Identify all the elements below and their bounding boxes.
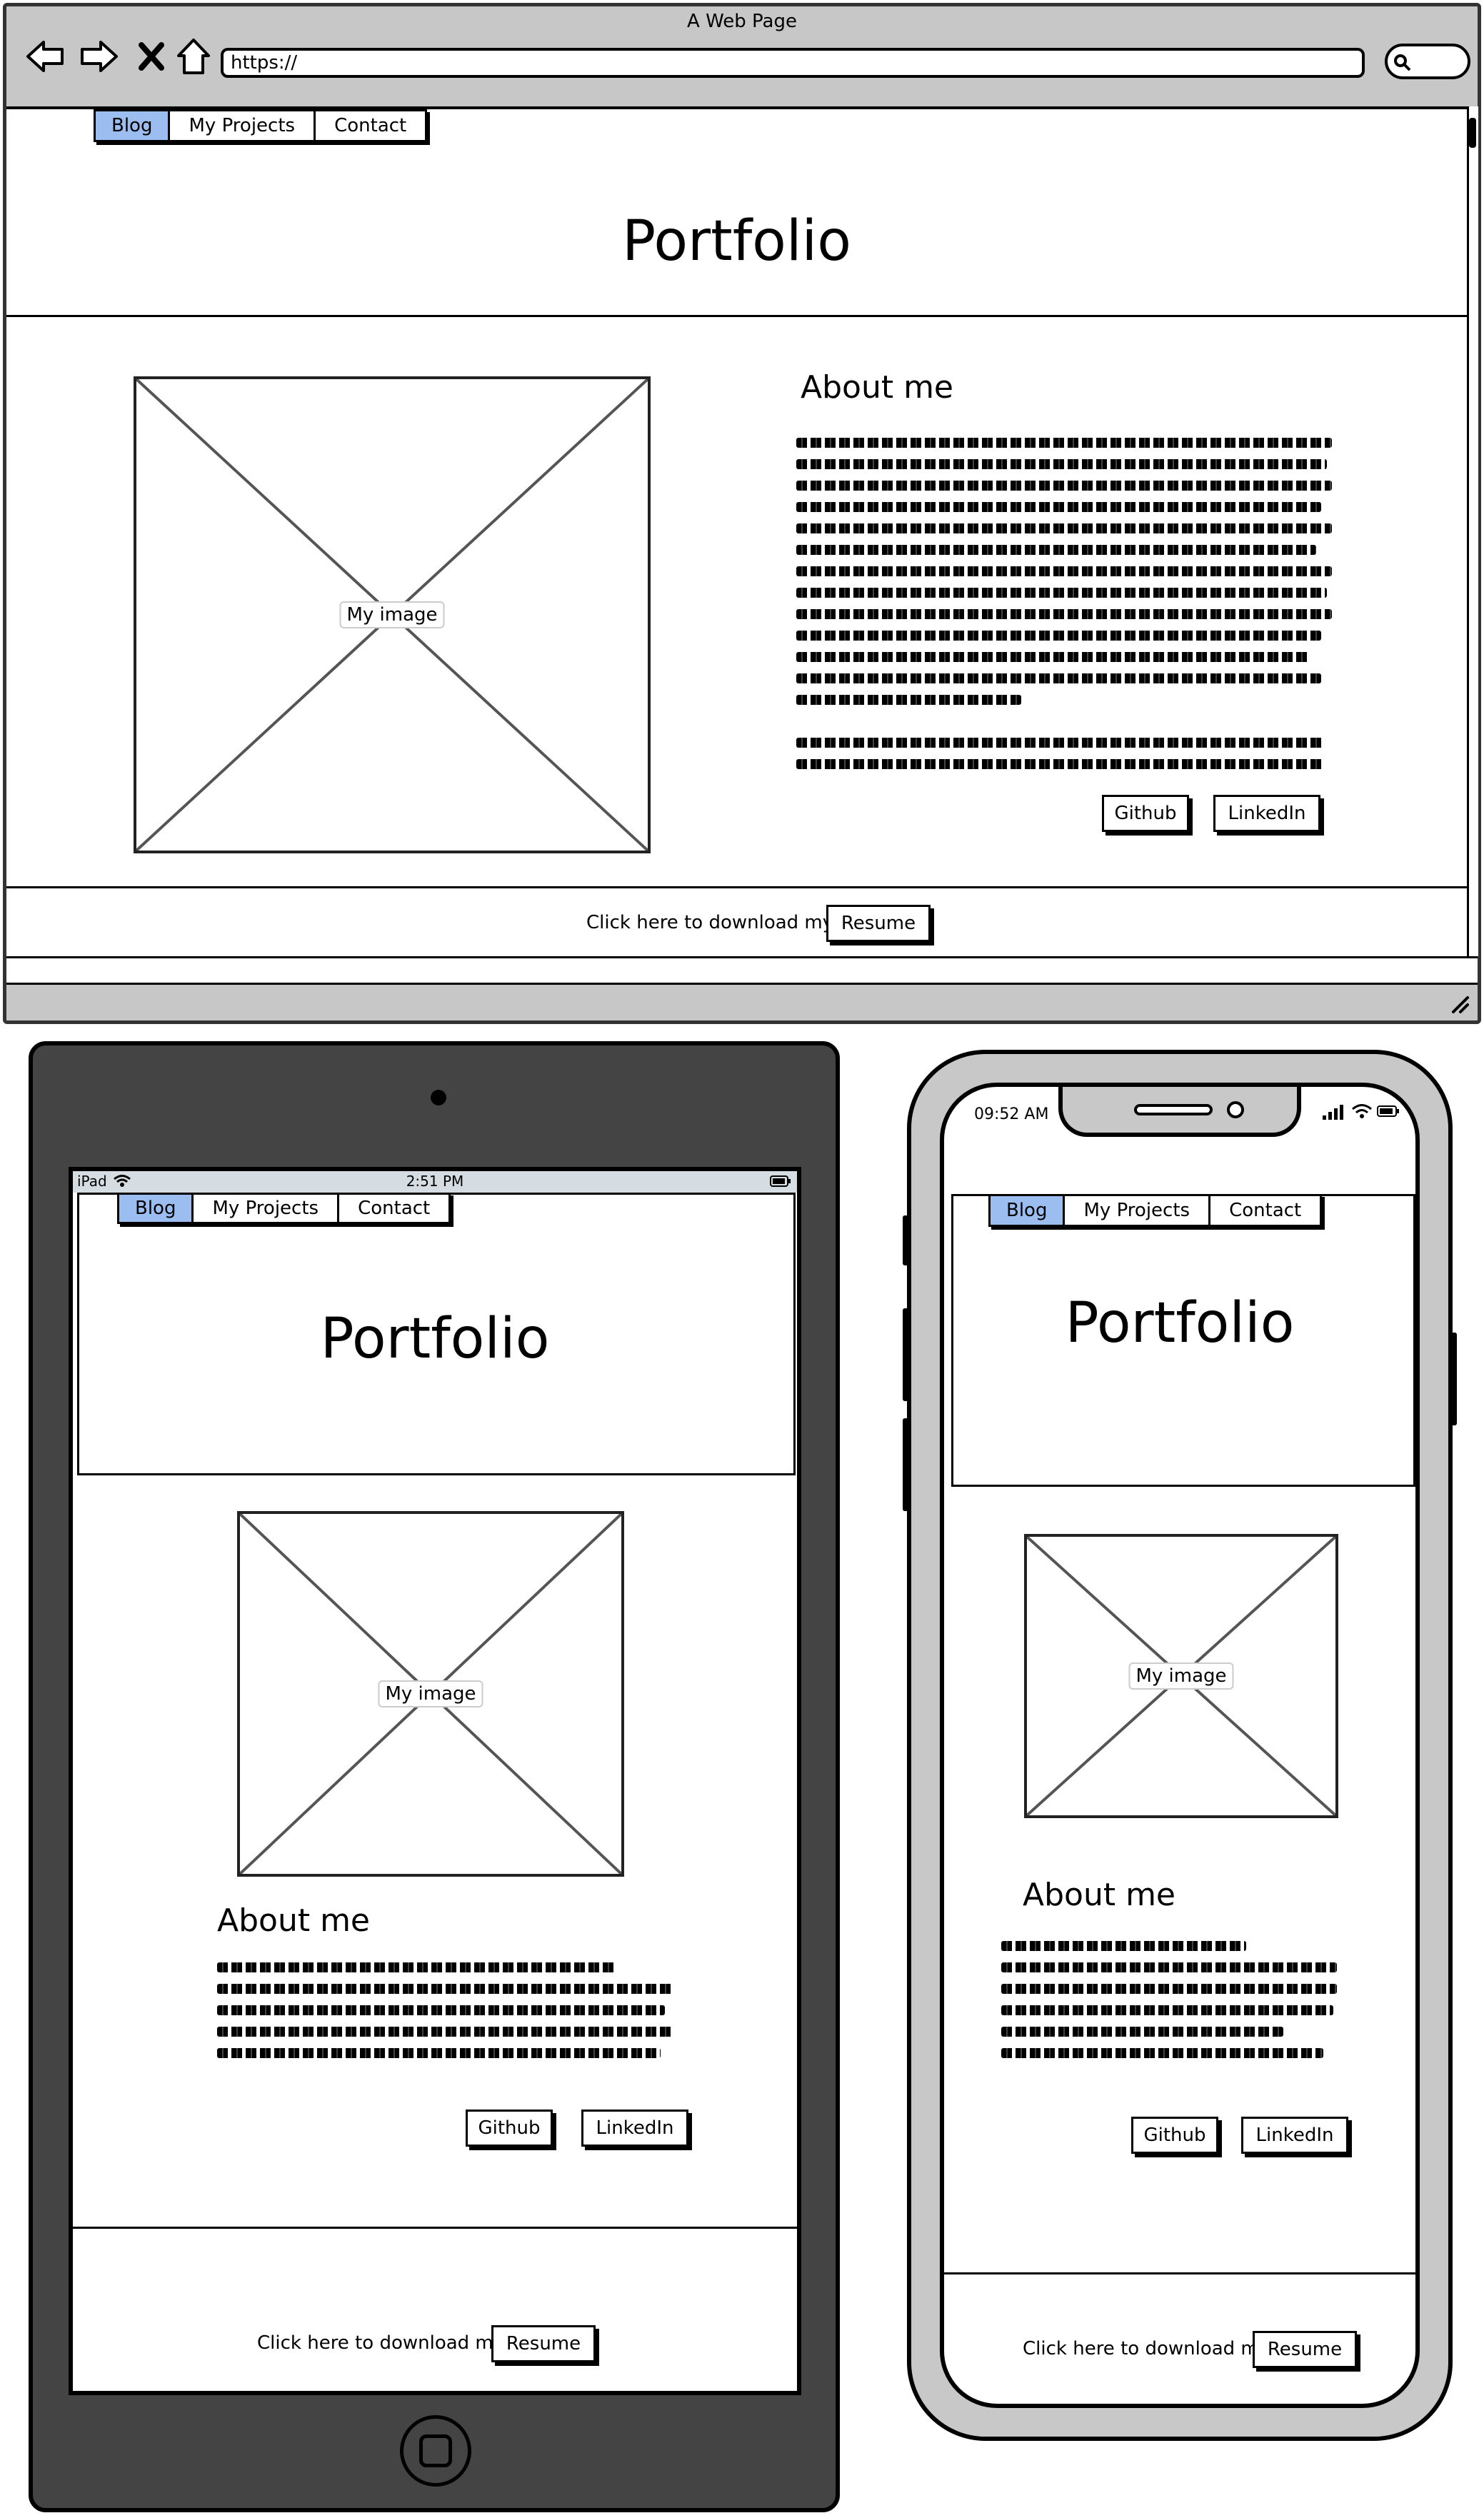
tab-blog[interactable]: Blog (988, 1194, 1066, 1227)
iphone-device: 09:52 AM Blog My Projects Contact Portfo… (903, 1050, 1457, 2441)
vertical-scrollbar[interactable] (1467, 106, 1478, 956)
iphone-nav-tabs: Blog My Projects Contact (988, 1194, 1323, 1227)
signal-icon (1323, 1105, 1343, 1120)
battery-icon (770, 1175, 791, 1187)
about-heading: About me (217, 1902, 371, 1939)
about-paragraph-1 (796, 438, 1332, 716)
browser-titlebar: A Web Page https:// (6, 6, 1478, 106)
page-title: Portfolio (320, 1307, 550, 1371)
side-button (903, 1215, 908, 1265)
wifi-icon (1352, 1104, 1372, 1118)
page-title: Portfolio (1065, 1291, 1295, 1355)
tab-my-projects[interactable]: My Projects (194, 1193, 340, 1224)
about-heading: About me (801, 369, 954, 406)
window-title: A Web Page (687, 11, 797, 32)
ipad-home-button[interactable] (400, 2415, 471, 2487)
github-button[interactable]: Github (466, 2110, 553, 2147)
ipad-time: 2:51 PM (406, 1173, 464, 1190)
close-x-icon[interactable] (134, 35, 169, 78)
ipad-screen: iPad 2:51 PM Blog My Projects Contact Po… (69, 1167, 801, 2395)
footer-text: Click here to download my (586, 912, 834, 933)
linkedin-button[interactable]: LinkedIn (581, 2110, 688, 2147)
page-title: Portfolio (622, 209, 851, 274)
image-label: My image (1128, 1662, 1234, 1690)
home-icon[interactable] (174, 35, 214, 78)
about-paragraph (1001, 1941, 1337, 2070)
tab-my-projects[interactable]: My Projects (1065, 1194, 1211, 1227)
ipad-statusbar: iPad 2:51 PM (73, 1171, 797, 1193)
url-input[interactable]: https:// (221, 48, 1365, 78)
side-button (903, 1418, 908, 1511)
tab-my-projects[interactable]: My Projects (170, 109, 316, 142)
ipad-nav-tabs: Blog My Projects Contact (117, 1193, 451, 1224)
status-strip (6, 956, 1478, 985)
home-square-icon (419, 2434, 452, 2467)
iphone-screen: 09:52 AM Blog My Projects Contact Portfo… (940, 1083, 1420, 2408)
side-button (1451, 1333, 1457, 1425)
tab-contact[interactable]: Contact (339, 1193, 451, 1224)
ipad-camera (431, 1090, 446, 1105)
ipad-device: iPad 2:51 PM Blog My Projects Contact Po… (29, 1041, 840, 2512)
browser-viewport: Blog My Projects Contact Portfolio My im… (6, 106, 1467, 956)
profile-image-placeholder: My image (134, 376, 651, 853)
image-label: My image (339, 601, 445, 628)
resume-button[interactable]: Resume (826, 905, 931, 942)
about-paragraph-2 (796, 738, 1325, 781)
header-divider (6, 315, 1467, 317)
profile-image-placeholder: My image (1024, 1534, 1338, 1818)
github-button[interactable]: Github (1131, 2117, 1218, 2154)
image-label: My image (378, 1680, 483, 1707)
about-heading: About me (1023, 1877, 1176, 1913)
speaker-grille (1134, 1104, 1213, 1115)
tab-contact[interactable]: Contact (316, 109, 428, 142)
footer-divider (73, 2227, 797, 2229)
github-button[interactable]: Github (1102, 795, 1189, 832)
resume-button[interactable]: Resume (1253, 2331, 1357, 2368)
search-icon (1394, 54, 1411, 71)
battery-icon (1377, 1105, 1399, 1117)
footer-divider (6, 886, 1467, 888)
browser-statusbar (6, 956, 1478, 1020)
back-arrow-icon[interactable] (24, 35, 66, 78)
tab-blog[interactable]: Blog (117, 1193, 194, 1224)
profile-image-placeholder: My image (237, 1511, 624, 1877)
iphone-notch (1058, 1087, 1301, 1137)
resume-button[interactable]: Resume (491, 2325, 596, 2362)
footer-divider (944, 2272, 1415, 2274)
browser-window: A Web Page https:// Blog My Projects Con… (3, 3, 1481, 1024)
footer-text: Click here to download my (1023, 2338, 1270, 2359)
resize-grip-icon[interactable] (1449, 993, 1470, 1015)
about-paragraph (217, 1962, 674, 2070)
side-button (903, 1308, 908, 1401)
front-camera (1227, 1101, 1244, 1118)
iphone-time: 09:52 AM (974, 1105, 1049, 1123)
linkedin-button[interactable]: LinkedIn (1241, 2117, 1348, 2154)
footer-text: Click here to download my (257, 2332, 505, 2354)
scrollbar-thumb[interactable] (1469, 118, 1476, 148)
nav-tabs: Blog My Projects Contact (94, 109, 428, 142)
tab-blog[interactable]: Blog (94, 109, 171, 142)
browser-search-field[interactable] (1385, 44, 1470, 79)
tab-contact[interactable]: Contact (1210, 1194, 1323, 1227)
forward-arrow-icon[interactable] (78, 35, 121, 78)
linkedin-button[interactable]: LinkedIn (1213, 795, 1320, 832)
